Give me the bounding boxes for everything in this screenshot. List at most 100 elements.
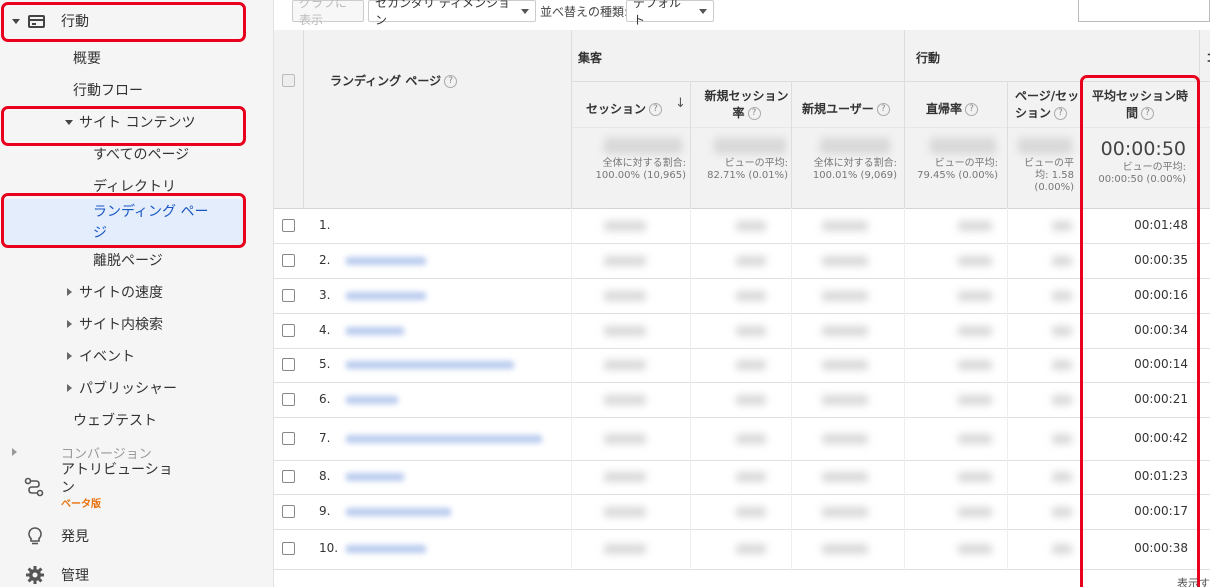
nav-landing-pages[interactable]: ランディング ペー — [0, 201, 273, 221]
nav-behavior[interactable]: 行動 — [0, 8, 273, 34]
col-header-pages-per-session[interactable]: ページ/セッ ション? — [1015, 88, 1079, 122]
nav-directory[interactable]: ディレクトリ — [0, 174, 273, 198]
row-checkbox[interactable] — [282, 542, 295, 555]
total-pages-note-3: (0.00%) — [1034, 182, 1074, 193]
metric-value-blurred — [736, 325, 766, 336]
avg-session-duration-value: 00:00:14 — [1134, 357, 1188, 371]
col-header-bounce-rate[interactable]: 直帰率? — [926, 100, 979, 117]
report-table: ランディング ページ? 集客 行動 コ セッション? ↓ 新規セッション率? 新… — [274, 30, 1210, 587]
total-pages-note-2: 均: 1.58 — [1035, 170, 1074, 181]
landing-page-link-blurred[interactable] — [346, 507, 451, 516]
metric-value-blurred — [1052, 290, 1072, 301]
row-checkbox[interactable] — [282, 358, 295, 371]
attribution-icon — [24, 477, 44, 497]
chart-button-label: グラフに表示 — [299, 0, 348, 27]
help-icon[interactable]: ? — [444, 75, 458, 88]
secondary-dimension-dropdown[interactable]: セカンダリ ディメンション — [368, 0, 536, 27]
metric-value-blurred — [736, 255, 766, 266]
help-icon[interactable]: ? — [1054, 107, 1068, 120]
metric-value-blurred — [822, 433, 868, 444]
row-checkbox[interactable] — [282, 431, 295, 445]
help-icon[interactable]: ? — [649, 103, 663, 116]
footer-show-rows: 表示す — [1177, 577, 1210, 587]
row-number: 7. — [319, 430, 331, 445]
nav-admin-label: 管理 — [61, 568, 89, 584]
avg-session-duration-value: 00:01:23 — [1134, 469, 1188, 483]
chart-button[interactable]: グラフに表示 — [292, 0, 364, 27]
help-icon[interactable]: ? — [965, 103, 979, 116]
avg-session-duration-value: 00:00:17 — [1134, 503, 1188, 518]
landing-page-link-blurred[interactable] — [346, 434, 542, 443]
col-header-new-users[interactable]: 新規ユーザー? — [802, 100, 890, 117]
col-divider — [904, 30, 905, 208]
landing-page-link-blurred[interactable] — [346, 361, 514, 369]
total-sessions-note-1: 全体に対する割合: — [602, 158, 686, 169]
row-divider — [274, 569, 1210, 570]
col-header-avg-session-duration[interactable]: 平均セッション時間? — [1088, 88, 1192, 122]
total-new-users-note-1: 全体に対する割合: — [813, 158, 897, 169]
metric-value-blurred — [1052, 394, 1072, 405]
metric-value-blurred — [604, 544, 646, 554]
metric-value-blurred — [604, 472, 646, 482]
total-new-sessions-note: ビューの平均: 82.71% (0.01%) — [692, 158, 788, 182]
search-input[interactable] — [1078, 0, 1210, 22]
metric-value-blurred — [604, 433, 646, 444]
nav-site-speed[interactable]: サイトの速度 — [0, 280, 273, 304]
row-number: 9. — [319, 503, 331, 518]
metric-value-blurred — [736, 220, 766, 231]
nav-behavior-label: 行動 — [61, 14, 89, 30]
row-checkbox[interactable] — [282, 218, 295, 232]
nav-publisher[interactable]: パブリッシャー — [0, 376, 273, 400]
nav-exit-pages[interactable]: 離脱ページ — [0, 248, 273, 272]
col-header-sessions[interactable]: セッション? — [586, 100, 663, 117]
metric-value-blurred — [736, 290, 766, 301]
row-number: 1. — [319, 217, 331, 232]
help-icon[interactable]: ? — [876, 103, 890, 116]
row-checkbox[interactable] — [282, 470, 295, 483]
total-new-users-note-2: 100.01% (9,069) — [812, 170, 897, 181]
metric-value-blurred — [958, 360, 992, 370]
nav-behavior-flow[interactable]: 行動フロー — [0, 78, 273, 102]
help-icon[interactable]: ? — [1141, 107, 1154, 120]
nav-discover-label: 発見 — [61, 529, 89, 545]
landing-page-link-blurred[interactable] — [346, 473, 404, 481]
total-new-sessions-blurred — [714, 138, 786, 154]
metric-value-blurred — [958, 394, 992, 405]
nav-landing-pages-wrap[interactable]: ジ — [0, 222, 273, 242]
sort-arrow-down-icon[interactable]: ↓ — [675, 96, 686, 111]
caret-right-icon — [67, 352, 72, 360]
col-header-new-sessions[interactable]: 新規セッション率? — [699, 88, 794, 122]
metric-value-blurred — [604, 394, 646, 405]
landing-page-link-blurred[interactable] — [346, 395, 398, 404]
row-checkbox[interactable] — [282, 323, 295, 337]
nav-attribution[interactable]: アトリビューショ — [0, 459, 273, 479]
metric-value-blurred — [1052, 544, 1072, 554]
row-checkbox[interactable] — [282, 253, 295, 267]
row-checkbox[interactable] — [282, 392, 295, 406]
sort-default-label: デフォルト — [633, 0, 682, 27]
nav-overview[interactable]: 概要 — [0, 46, 273, 70]
nav-events[interactable]: イベント — [0, 344, 273, 368]
landing-page-link-blurred[interactable] — [346, 291, 426, 300]
select-all-checkbox[interactable] — [282, 74, 295, 87]
total-bounce-note: ビューの平均: 79.45% (0.00%) — [914, 158, 998, 182]
nav-all-pages[interactable]: すべてのページ — [0, 142, 273, 166]
group-acquisition: 集客 — [578, 51, 603, 65]
col-avg-dur-label-1: 平均セッション時 — [1091, 89, 1188, 103]
metric-value-blurred — [604, 506, 646, 517]
nav-experiments[interactable]: ウェブテスト — [0, 408, 273, 432]
metric-value-blurred — [958, 544, 992, 554]
nav-site-content[interactable]: サイト コンテンツ — [0, 110, 273, 134]
col-divider — [1007, 81, 1008, 208]
sort-type-dropdown[interactable]: デフォルト — [626, 0, 714, 27]
col-divider — [1080, 208, 1081, 570]
dimension-header[interactable]: ランディング ページ? — [330, 72, 458, 89]
metric-value-blurred — [822, 544, 868, 554]
row-checkbox[interactable] — [282, 288, 295, 302]
nav-site-search[interactable]: サイト内検索 — [0, 312, 273, 336]
landing-page-link-blurred[interactable] — [346, 545, 426, 553]
landing-page-link-blurred[interactable] — [346, 256, 426, 265]
landing-page-link-blurred[interactable] — [346, 326, 404, 335]
help-icon[interactable]: ? — [747, 107, 761, 120]
row-checkbox[interactable] — [282, 504, 295, 518]
